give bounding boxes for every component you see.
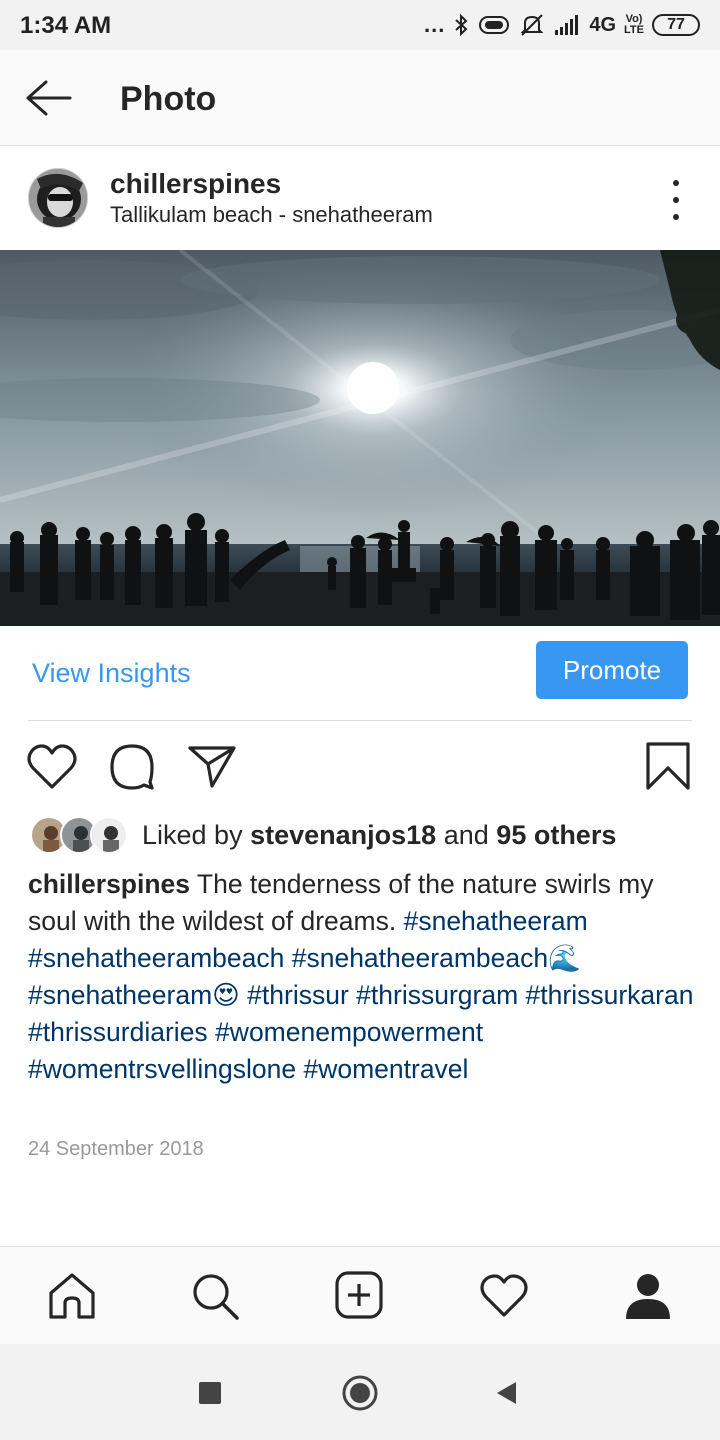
circle-icon xyxy=(342,1375,378,1411)
liker-avatars[interactable] xyxy=(30,816,130,854)
save-button[interactable] xyxy=(642,740,694,797)
like-button[interactable] xyxy=(26,742,78,797)
likes-and: and xyxy=(443,820,489,850)
hashtag[interactable]: #snehatheerambeach🌊 xyxy=(292,943,581,973)
heart-outline-icon xyxy=(27,744,77,789)
likes-others[interactable]: 95 others xyxy=(496,820,616,850)
recents-button[interactable] xyxy=(198,1381,222,1410)
hashtag[interactable]: #thrissurdiaries xyxy=(28,1017,208,1047)
signal-icon xyxy=(555,15,579,35)
bluetooth-icon xyxy=(455,13,468,37)
divider xyxy=(28,720,692,721)
battery-indicator: 77 xyxy=(652,14,700,36)
vibrate-icon xyxy=(479,16,510,34)
notification-dots: ... xyxy=(424,12,446,37)
status-bar: 1:34 AM ... 4G Vo) LTE 77 xyxy=(0,0,720,50)
likes-row: Liked by stevenanjos18 and 95 others xyxy=(0,812,720,858)
beach-sunset-image xyxy=(0,250,720,626)
page-title: Photo xyxy=(120,80,217,118)
share-button[interactable] xyxy=(186,742,238,797)
app-header: Photo xyxy=(0,50,720,146)
heart-icon xyxy=(480,1274,528,1317)
liker-avatar xyxy=(90,816,128,854)
post-username[interactable]: chillerspines xyxy=(110,168,281,200)
likes-summary[interactable]: Liked by stevenanjos18 and 95 others xyxy=(142,820,616,851)
volte-indicator: Vo) LTE xyxy=(624,14,644,36)
promote-button[interactable]: Promote xyxy=(536,641,688,699)
post-actions xyxy=(0,730,720,810)
hashtag[interactable]: #snehatheerambeach xyxy=(28,943,284,973)
post-photo[interactable] xyxy=(0,250,720,626)
hashtag[interactable]: #womenempowerment xyxy=(215,1017,483,1047)
nav-home[interactable] xyxy=(46,1271,98,1326)
plus-square-icon xyxy=(335,1271,383,1319)
home-system-button[interactable] xyxy=(341,1374,379,1417)
arrow-left-icon xyxy=(26,80,72,116)
hashtag[interactable]: #thrissur xyxy=(247,980,349,1010)
post-date: 24 September 2018 xyxy=(28,1138,204,1160)
comment-button[interactable] xyxy=(106,742,158,797)
avatar[interactable] xyxy=(28,168,88,228)
bottom-nav xyxy=(0,1246,720,1344)
network-type: 4G xyxy=(589,13,617,36)
home-icon xyxy=(49,1273,95,1319)
search-icon xyxy=(193,1274,239,1320)
post-header: chillerspines Tallikulam beach - snehath… xyxy=(0,148,720,250)
hashtag[interactable]: #snehatheeram xyxy=(404,906,588,936)
post-location[interactable]: Tallikulam beach - snehatheeram xyxy=(110,202,433,228)
post-caption: chillerspines The tenderness of the natu… xyxy=(28,866,698,1088)
hashtag[interactable]: #thrissurgram xyxy=(356,980,518,1010)
more-dot xyxy=(673,197,679,203)
nav-add[interactable] xyxy=(334,1271,386,1326)
status-time: 1:34 AM xyxy=(20,12,112,39)
hashtag[interactable]: #snehatheeram😍 xyxy=(28,980,240,1010)
nav-search[interactable] xyxy=(190,1271,242,1326)
comment-icon xyxy=(110,744,154,790)
view-insights-link[interactable]: View Insights xyxy=(32,658,191,689)
avatar-image xyxy=(29,169,87,227)
nav-profile[interactable] xyxy=(622,1271,674,1326)
square-icon xyxy=(199,1382,221,1404)
insights-row: View Insights Promote xyxy=(0,626,720,721)
bookmark-icon xyxy=(646,742,690,790)
nav-activity[interactable] xyxy=(478,1271,530,1326)
likes-prefix: Liked by xyxy=(142,820,243,850)
mute-icon xyxy=(520,14,544,36)
more-options-button[interactable] xyxy=(666,180,686,220)
person-icon xyxy=(626,1274,670,1319)
caption-username[interactable]: chillerspines xyxy=(28,869,190,899)
hashtag[interactable]: #thrissurkaran xyxy=(526,980,694,1010)
hashtag[interactable]: #womentrsvellingslone xyxy=(28,1054,296,1084)
triangle-back-icon xyxy=(497,1382,516,1404)
status-icons: ... 4G Vo) LTE 77 xyxy=(424,10,700,40)
back-system-button[interactable] xyxy=(494,1380,518,1411)
system-nav-bar xyxy=(0,1344,720,1440)
volte-bottom: LTE xyxy=(624,24,644,36)
back-button[interactable] xyxy=(22,76,74,120)
paper-plane-icon xyxy=(188,746,236,788)
likes-user[interactable]: stevenanjos18 xyxy=(250,820,436,850)
more-vertical-icon xyxy=(673,180,679,186)
hashtag[interactable]: #womentravel xyxy=(303,1054,468,1084)
more-dot xyxy=(673,214,679,220)
